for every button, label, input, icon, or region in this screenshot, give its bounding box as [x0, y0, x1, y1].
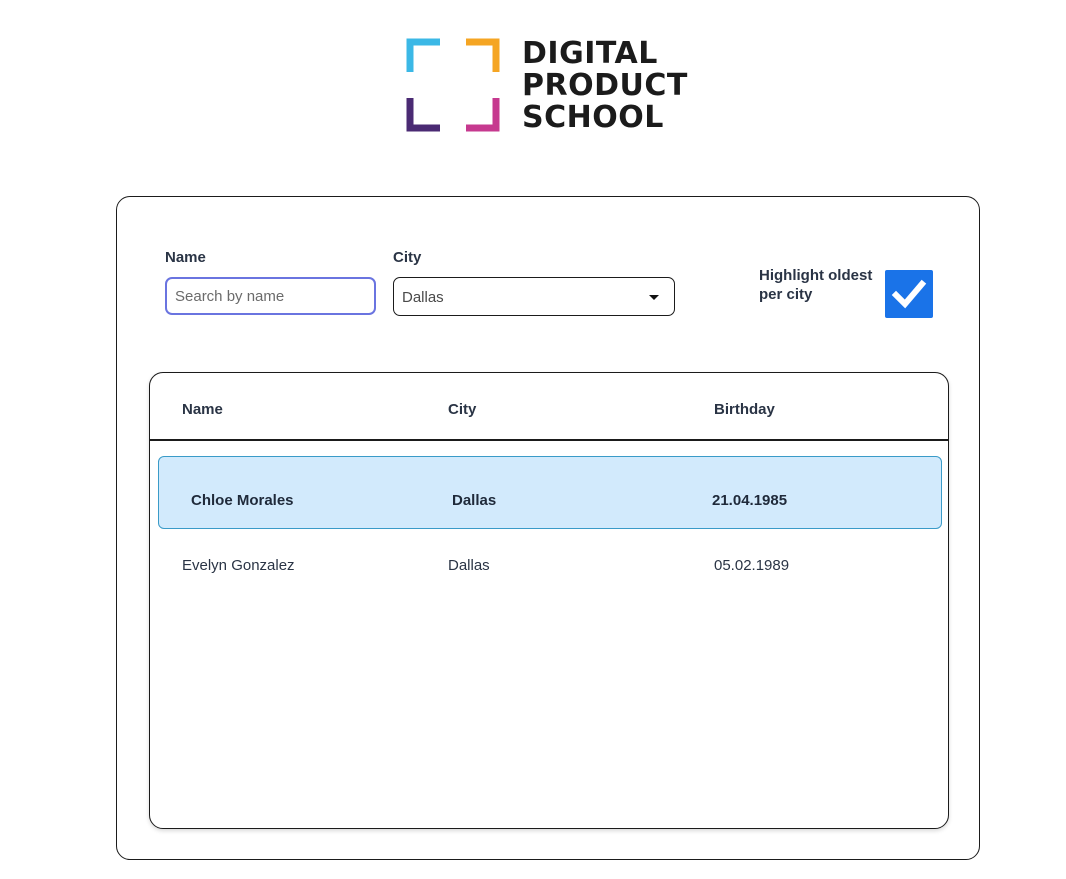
- people-table: Name City Birthday Chloe Morales Dallas …: [149, 372, 949, 829]
- logo-mark-icon: [406, 38, 500, 132]
- cell-city: Dallas: [448, 557, 490, 574]
- column-header-city[interactable]: City: [448, 401, 476, 418]
- app-page: DIGITAL PRODUCT SCHOOL Name City Dallas …: [0, 0, 1066, 879]
- city-filter-label: City: [393, 249, 422, 266]
- column-header-birthday[interactable]: Birthday: [714, 401, 775, 418]
- cell-name: Evelyn Gonzalez: [182, 557, 295, 574]
- city-select-value: Dallas: [402, 289, 444, 306]
- logo-wordmark: DIGITAL PRODUCT SCHOOL: [522, 38, 688, 134]
- table-row[interactable]: Evelyn Gonzalez Dallas 05.02.1989: [158, 529, 942, 599]
- column-header-name[interactable]: Name: [182, 401, 223, 418]
- cell-birthday: 05.02.1989: [714, 557, 790, 574]
- table-row-highlighted[interactable]: Chloe Morales Dallas 21.04.1985: [158, 456, 942, 529]
- logo-line-1: DIGITAL: [522, 36, 658, 71]
- cell-birthday: 21.04.1985: [712, 492, 788, 509]
- name-search-input[interactable]: [165, 277, 376, 315]
- logo-line-2: PRODUCT: [522, 68, 688, 103]
- name-filter-label: Name: [165, 249, 206, 266]
- cell-city: Dallas: [452, 492, 497, 509]
- highlight-oldest-checkbox[interactable]: [885, 270, 933, 318]
- logo: DIGITAL PRODUCT SCHOOL: [406, 38, 696, 134]
- table-header: Name City Birthday: [150, 373, 948, 441]
- city-select[interactable]: Dallas: [393, 277, 675, 316]
- logo-line-3: SCHOOL: [522, 100, 664, 135]
- cell-name: Chloe Morales: [191, 492, 294, 509]
- filter-card: Name City Dallas Highlight oldest per ci…: [116, 196, 980, 860]
- highlight-oldest-label: Highlight oldest per city: [759, 267, 873, 303]
- checkmark-icon: [891, 279, 927, 309]
- chevron-down-icon: [649, 295, 659, 300]
